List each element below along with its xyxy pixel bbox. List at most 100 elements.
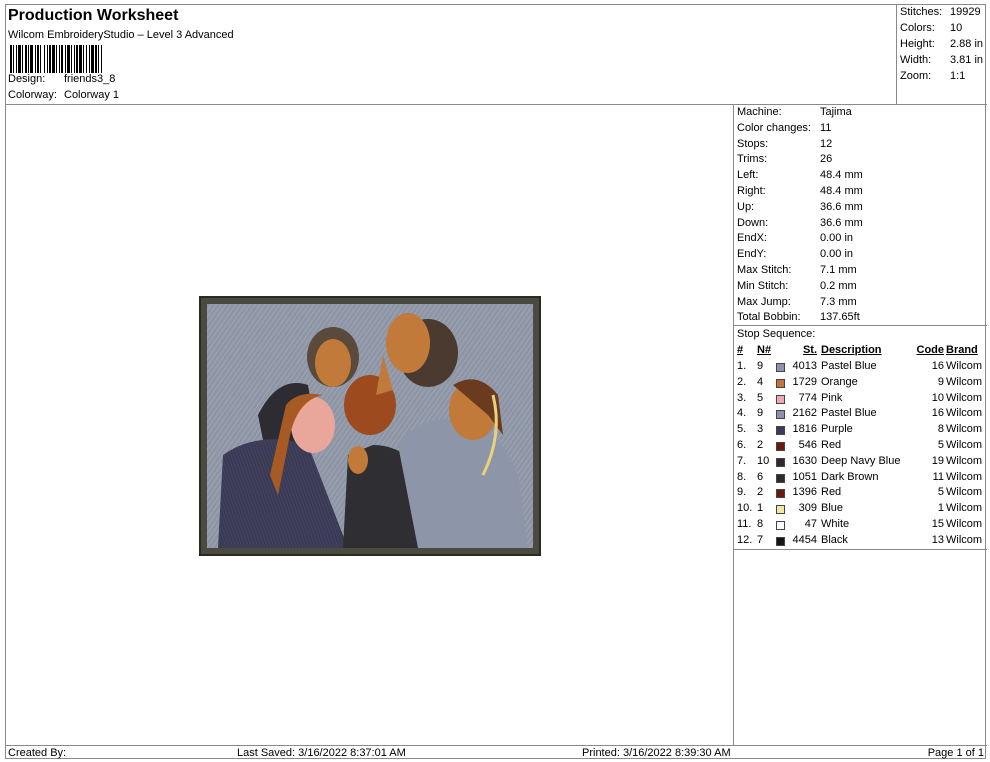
- machine-info-row: Down: 36.6 mm: [737, 217, 863, 229]
- row-code: 13: [931, 533, 944, 546]
- machine-info-label: Stops:: [737, 137, 769, 150]
- summary-value: 2.88 in: [950, 38, 984, 50]
- colorway-row: Colorway: Colorway 1: [8, 89, 119, 101]
- worksheet-header: Production Worksheet Wilcom EmbroiderySt…: [6, 5, 987, 105]
- row-brand: Wilcom: [946, 423, 983, 436]
- machine-panel: Machine: Tajima Color changes: 11 Stops: 12 Tr…: [734, 105, 987, 745]
- color-swatch: [776, 521, 785, 530]
- machine-info-value: 0.00 in: [820, 248, 854, 261]
- row-code: 16: [931, 360, 944, 372]
- row-description: Pastel Blue: [821, 407, 877, 420]
- machine-info-row: Right: 48.4 mm: [737, 185, 863, 197]
- machine-info-value: 48.4 mm: [820, 185, 863, 197]
- row-needle: 8: [757, 518, 764, 530]
- summary-height: Height: 2.88 in: [900, 38, 983, 50]
- worksheet-footer: Created By: Last Saved: 3/16/2022 8:37:0…: [6, 745, 987, 760]
- row-index: 10.: [737, 502, 753, 515]
- row-brand: Wilcom: [946, 360, 983, 372]
- machine-info-label: Machine:: [737, 106, 782, 118]
- machine-info-label: Right:: [737, 185, 766, 197]
- row-index: 9.: [737, 486, 747, 499]
- table-header: # N# St. Description Code Brand: [734, 344, 987, 360]
- row-brand: Wilcom: [946, 486, 983, 499]
- row-code: 19: [931, 454, 944, 467]
- machine-info-row: Max Stitch: 7.1 mm: [737, 264, 857, 276]
- summary-zoom: Zoom: 1:1: [900, 70, 965, 82]
- row-stitches: 1396: [792, 486, 817, 499]
- machine-info-label: Up:: [737, 200, 755, 213]
- colorway-value: Colorway 1: [64, 89, 120, 101]
- color-swatch: [776, 394, 785, 404]
- row-needle: 5: [757, 391, 764, 404]
- row-needle: 3: [757, 423, 764, 436]
- row-index: 3.: [737, 391, 747, 404]
- row-needle: 6: [757, 470, 764, 483]
- row-index: 1.: [737, 360, 747, 372]
- row-code: 5: [937, 439, 944, 451]
- machine-info-label: Min Stitch:: [737, 279, 789, 292]
- machine-info-label: Max Jump:: [737, 295, 791, 308]
- summary-label: Zoom:: [900, 70, 932, 82]
- table-row: 8. 6 1051 Dark Brown 11 Wilcom: [734, 471, 987, 487]
- row-needle: 2: [757, 486, 764, 499]
- color-swatch: [776, 505, 785, 515]
- row-code: 9: [937, 375, 944, 388]
- row-description: Red: [821, 439, 842, 451]
- table-row: 6. 2 546 Red 5 Wilcom: [734, 439, 987, 455]
- machine-info-label: Trims:: [737, 153, 768, 166]
- row-description: Deep Navy Blue: [821, 454, 901, 467]
- color-swatch: [776, 410, 785, 420]
- row-needle: 10: [757, 454, 770, 467]
- color-swatch: [776, 378, 785, 388]
- col-brand: Brand: [946, 344, 978, 356]
- machine-info-row: Trims: 26: [737, 153, 832, 165]
- worksheet: Production Worksheet Wilcom EmbroiderySt…: [5, 4, 987, 760]
- row-description: Purple: [821, 423, 853, 436]
- table-row: 12. 7 4454 Black 13 Wilcom: [734, 534, 987, 550]
- row-index: 7.: [737, 454, 747, 467]
- last-saved: Last Saved: 3/16/2022 8:37:01 AM: [237, 747, 406, 759]
- machine-info-value: 12: [820, 137, 833, 150]
- machine-info-label: EndY:: [737, 248, 767, 261]
- row-needle: 7: [757, 533, 764, 546]
- row-index: 6.: [737, 439, 747, 451]
- row-index: 11.: [737, 518, 752, 530]
- machine-info-row: Color changes: 11: [737, 122, 831, 134]
- color-swatch: [776, 536, 785, 546]
- machine-info-row: Left: 48.4 mm: [737, 169, 863, 181]
- colorway-label: Colorway:: [8, 89, 57, 101]
- summary-value: 10: [950, 22, 963, 34]
- design-row: Design: friends3_8: [8, 73, 115, 85]
- machine-info-row: Max Jump: 7.3 mm: [737, 296, 857, 308]
- row-code: 16: [931, 407, 944, 420]
- machine-info-row: Stops: 12: [737, 138, 832, 150]
- row-code: 15: [931, 518, 944, 530]
- machine-info-label: Max Stitch:: [737, 264, 792, 276]
- machine-info-value: 0.00 in: [820, 232, 854, 245]
- row-brand: Wilcom: [946, 375, 983, 388]
- created-by: Created By:: [8, 747, 67, 759]
- machine-info-row: EndY: 0.00 in: [737, 248, 853, 260]
- machine-info-row: Total Bobbin: 137.65ft: [737, 311, 860, 323]
- summary-label: Colors:: [900, 22, 935, 34]
- page-number: Page 1 of 1: [927, 747, 984, 759]
- row-code: 11: [932, 470, 944, 483]
- table-row: 3. 5 774 Pink 10 Wilcom: [734, 392, 987, 408]
- summary-label: Height:: [900, 38, 935, 50]
- row-needle: 2: [757, 439, 764, 451]
- table-row: 2. 4 1729 Orange 9 Wilcom: [734, 376, 987, 392]
- machine-info-value: 36.6 mm: [820, 216, 863, 229]
- design-value: friends3_8: [64, 73, 116, 85]
- row-stitches: 546: [798, 439, 817, 451]
- color-swatch: [776, 473, 785, 483]
- row-code: 5: [937, 486, 944, 499]
- machine-info-label: Total Bobbin:: [737, 311, 801, 324]
- color-swatch: [776, 426, 785, 436]
- row-description: Pastel Blue: [821, 360, 877, 372]
- row-stitches: 1729: [792, 375, 817, 388]
- design-preview: [6, 105, 734, 745]
- row-code: 8: [937, 423, 944, 436]
- machine-info-row: Min Stitch: 0.2 mm: [737, 280, 857, 292]
- col-index: #: [737, 344, 744, 356]
- machine-info-value: 0.2 mm: [820, 279, 857, 292]
